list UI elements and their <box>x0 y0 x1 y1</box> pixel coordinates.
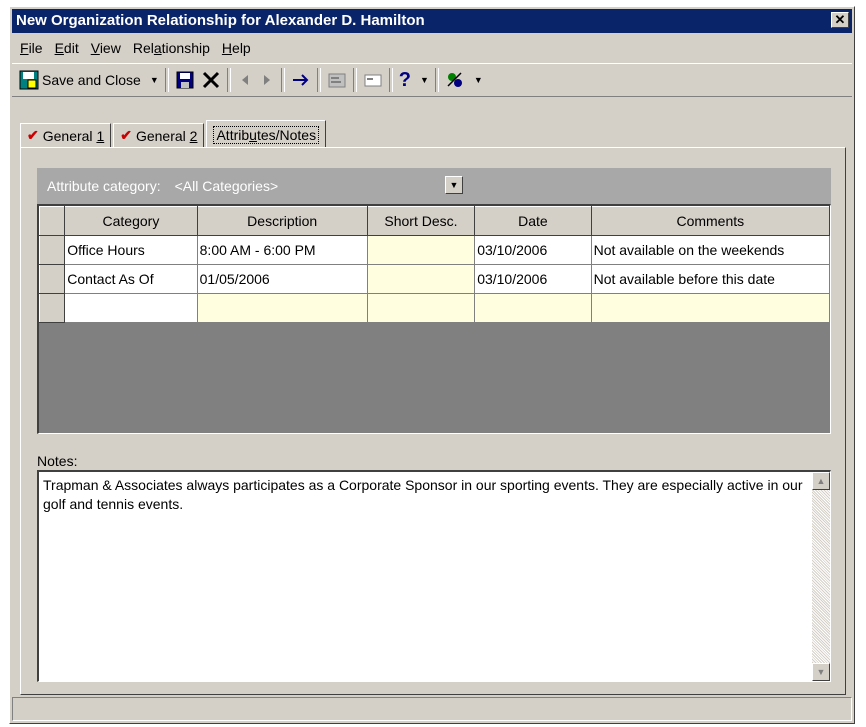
chevron-down-icon: ▼ <box>473 75 483 85</box>
cell-date[interactable]: 03/10/2006 <box>474 264 592 294</box>
toolbar-separator <box>226 68 231 92</box>
column-header-comments[interactable]: Comments <box>590 206 831 236</box>
table-row: Office Hours 8:00 AM - 6:00 PM 03/10/200… <box>38 235 831 265</box>
relationship-window: New Organization Relationship for Alexan… <box>9 6 855 724</box>
tab-attributes-notes[interactable]: Attributes/Notes <box>206 120 327 148</box>
floppy-disk-icon <box>176 71 194 89</box>
cell-category[interactable]: Office Hours <box>64 235 198 265</box>
cell-description[interactable]: 8:00 AM - 6:00 PM <box>196 235 368 265</box>
cell-comments[interactable]: Not available before this date <box>590 264 831 294</box>
cell-comments[interactable]: Not available on the weekends <box>590 235 831 265</box>
tools-icon <box>447 72 462 87</box>
row-selector[interactable] <box>38 264 66 294</box>
properties-button[interactable] <box>324 67 350 93</box>
goto-button[interactable] <box>288 67 314 93</box>
menu-view[interactable]: View <box>85 40 127 56</box>
row-selector[interactable] <box>38 293 66 323</box>
tools-button[interactable] <box>442 67 468 93</box>
next-icon <box>263 75 270 85</box>
attribute-category-select[interactable]: <All Categories> <box>175 178 279 194</box>
toolbar-separator <box>316 68 321 92</box>
status-bar <box>12 697 852 721</box>
scroll-down-icon[interactable]: ▼ <box>812 663 830 681</box>
cell-description[interactable] <box>196 293 368 323</box>
table-row-new <box>38 293 831 323</box>
menu-bar: File Edit View Relationship Help <box>12 35 852 61</box>
toolbar-separator <box>164 68 169 92</box>
table-header-row: Category Description Short Desc. Date Co… <box>38 206 831 236</box>
save-button[interactable] <box>172 67 198 93</box>
toolbar-separator <box>434 68 439 92</box>
previous-icon <box>241 75 248 85</box>
chevron-down-icon: ▼ <box>149 75 159 85</box>
cell-category[interactable] <box>64 293 198 323</box>
column-header-description[interactable]: Description <box>196 206 368 236</box>
previous-button[interactable] <box>234 67 256 93</box>
attributes-notes-panel: Attribute category: <All Categories> ▼ C… <box>20 147 846 695</box>
attribute-category-label: Attribute category: <box>47 178 161 194</box>
toolbar-separator <box>352 68 357 92</box>
properties-icon <box>328 73 346 88</box>
checkmark-icon: ✔ <box>120 127 132 143</box>
delete-button[interactable] <box>198 67 224 93</box>
scroll-up-icon[interactable]: ▲ <box>812 472 830 490</box>
card-button[interactable] <box>360 67 386 93</box>
toolbar: Save and Close ▼ ? ▼ ▼ <box>12 63 852 97</box>
attribute-category-bar: Attribute category: <All Categories> ▼ <box>37 168 831 204</box>
help-dropdown[interactable]: ▼ <box>414 67 432 93</box>
tab-attributes-notes-label: Attributes/Notes <box>213 125 320 144</box>
title-bar: New Organization Relationship for Alexan… <box>12 9 852 33</box>
toolbar-separator <box>280 68 285 92</box>
notes-scrollbar[interactable]: ▲ ▼ <box>812 472 830 681</box>
tab-general-1[interactable]: ✔ General 1 <box>20 123 112 147</box>
attributes-grid: Category Description Short Desc. Date Co… <box>37 204 831 434</box>
menu-edit[interactable]: Edit <box>49 40 85 56</box>
help-button[interactable]: ? <box>396 67 414 93</box>
cell-short-desc[interactable] <box>366 235 476 265</box>
card-icon <box>364 74 382 87</box>
row-selector[interactable] <box>38 235 66 265</box>
column-header-category[interactable]: Category <box>64 206 198 236</box>
notes-textarea[interactable]: Trapman & Associates always participates… <box>37 470 831 682</box>
cell-date[interactable] <box>474 293 592 323</box>
next-button[interactable] <box>256 67 278 93</box>
chevron-down-icon[interactable]: ▼ <box>445 176 463 194</box>
row-header-corner <box>38 206 66 236</box>
cell-comments[interactable] <box>590 293 831 323</box>
column-header-short-desc[interactable]: Short Desc. <box>366 206 476 236</box>
attributes-table: Category Description Short Desc. Date Co… <box>38 206 831 323</box>
notes-label: Notes: <box>37 453 78 469</box>
save-and-close-button[interactable]: Save and Close <box>16 67 144 93</box>
toolbar-separator <box>388 68 393 92</box>
question-mark-icon: ? <box>398 68 411 91</box>
checkmark-icon: ✔ <box>27 127 39 143</box>
tools-dropdown[interactable]: ▼ <box>468 67 486 93</box>
cell-short-desc[interactable] <box>366 293 476 323</box>
arrow-right-icon <box>292 74 309 86</box>
save-close-dropdown[interactable]: ▼ <box>144 67 162 93</box>
window-title: New Organization Relationship for Alexan… <box>16 12 425 29</box>
cell-description[interactable]: 01/05/2006 <box>196 264 368 294</box>
close-icon[interactable]: ✕ <box>831 12 849 28</box>
delete-x-icon <box>202 71 219 89</box>
tab-strip: ✔ General 1 ✔ General 2 Attributes/Notes <box>20 117 328 148</box>
menu-relationship[interactable]: Relationship <box>127 40 216 56</box>
menu-file[interactable]: File <box>14 40 49 56</box>
chevron-down-icon: ▼ <box>419 75 429 85</box>
notes-text[interactable]: Trapman & Associates always participates… <box>43 476 803 514</box>
save-close-icon <box>19 70 39 90</box>
cell-short-desc[interactable] <box>366 264 476 294</box>
cell-category[interactable]: Contact As Of <box>64 264 198 294</box>
cell-date[interactable]: 03/10/2006 <box>474 235 592 265</box>
tab-general-2[interactable]: ✔ General 2 <box>113 123 205 147</box>
menu-help[interactable]: Help <box>216 40 257 56</box>
table-row: Contact As Of 01/05/2006 03/10/2006 Not … <box>38 264 831 294</box>
column-header-date[interactable]: Date <box>474 206 592 236</box>
